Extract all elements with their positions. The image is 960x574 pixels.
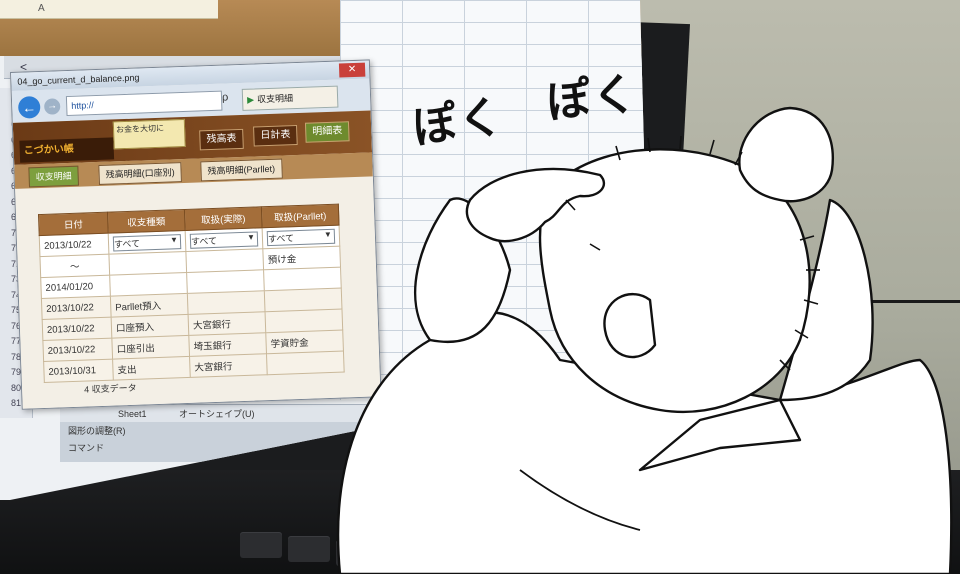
column-a-label: A <box>38 3 45 14</box>
keyboard-key <box>432 546 474 572</box>
tab-label: 収支明細 <box>256 93 294 105</box>
cell-account: 埼玉銀行 <box>188 332 267 357</box>
cell-type: 口座預入 <box>111 314 189 339</box>
type-select[interactable]: すべて ▼ <box>112 233 182 252</box>
close-button[interactable]: ✕ <box>338 62 366 78</box>
cell-type: 口座引出 <box>111 335 190 360</box>
tab-balance-parllet[interactable]: 残高明細(Parllet) <box>200 158 283 182</box>
keyboard-key <box>336 540 378 566</box>
cell-type: Parllet預入 <box>110 293 189 318</box>
cell-account: 大宮銀行 <box>188 311 266 336</box>
nav-zandaka[interactable]: 残高表 <box>199 128 244 151</box>
chevron-down-icon: ▼ <box>323 229 333 239</box>
forward-arrow-icon[interactable]: → <box>43 98 61 115</box>
url-input[interactable]: http:// <box>65 90 223 117</box>
parllet-select[interactable]: すべて ▼ <box>266 228 336 246</box>
date-separator: 〜 <box>39 254 110 278</box>
date-from-input[interactable]: 2013/10/22 <box>39 233 109 257</box>
cell-parllet <box>266 351 345 375</box>
cell-date: 2013/10/22 <box>42 338 113 362</box>
transactions-table: 日付 収支種類 取扱(実際) 取扱(Parllet) 2013/10/22 すべ… <box>38 204 345 383</box>
play-icon: ▶ <box>246 94 255 105</box>
cell-account <box>187 290 266 315</box>
keyboard-key <box>240 532 282 558</box>
cell-account: 大宮銀行 <box>189 353 268 378</box>
sound-effect-right: ぽく <box>544 68 641 129</box>
site-logo[interactable]: こづかい帳 <box>19 137 115 163</box>
cell-type: 支出 <box>112 356 191 381</box>
cell-parllet: 学資貯金 <box>265 330 344 354</box>
tab-income-detail[interactable]: 収支明細 <box>28 165 80 188</box>
date-to-input[interactable]: 2014/01/20 <box>40 275 111 299</box>
web-page: こづかい帳 お金を大切に 残高表 日計表 明細表 収支明細 残高明細(口座別) … <box>12 110 381 409</box>
nav-meisai[interactable]: 明細表 <box>304 121 350 143</box>
sound-effect-left: ぽく <box>409 90 508 155</box>
cell-parllet <box>264 288 342 312</box>
browser-window: 04_go_current_d_balance.png ✕ ← → http:/… <box>10 59 382 410</box>
account-select-value: すべて <box>190 235 218 247</box>
excel-column-header[interactable]: A <box>0 0 218 19</box>
record-count: 4 収支データ <box>83 382 137 395</box>
browser-tab[interactable]: ▶ 収支明細 <box>241 85 339 111</box>
tab-balance-by-account[interactable]: 残高明細(口座別) <box>98 162 182 185</box>
nav-nikkei[interactable]: 日計表 <box>253 125 298 147</box>
cell-date: 2013/10/31 <box>43 359 114 383</box>
cell-date: 2013/10/22 <box>41 296 112 320</box>
sheet-tab[interactable]: Sheet1 <box>118 409 147 419</box>
type-select-value: すべて <box>113 238 141 249</box>
mascot-image: お金を大切に <box>112 118 186 150</box>
cell-parllet <box>265 309 343 333</box>
keyboard-key <box>288 536 330 562</box>
autoshape-menu[interactable]: オートシェイプ(U) <box>179 409 255 419</box>
keyboard-key <box>384 544 426 570</box>
col-parllet[interactable]: 取扱(Parllet) <box>261 204 340 228</box>
chevron-down-icon: ▼ <box>169 234 179 245</box>
chevron-down-icon: ▼ <box>246 232 256 242</box>
cell-date: 2013/10/22 <box>42 317 112 341</box>
parllet-select-value: すべて <box>267 232 295 244</box>
search-icon[interactable]: ρ <box>222 91 229 103</box>
col-date[interactable]: 日付 <box>38 212 109 236</box>
col-account[interactable]: 取扱(実際) <box>184 206 263 231</box>
account-select[interactable]: すべて ▼ <box>189 230 259 249</box>
keyboard <box>0 470 960 574</box>
back-arrow-icon[interactable]: ← <box>17 95 41 119</box>
deposit-filter: 預け金 <box>262 246 341 270</box>
col-type[interactable]: 収支種類 <box>107 209 186 234</box>
